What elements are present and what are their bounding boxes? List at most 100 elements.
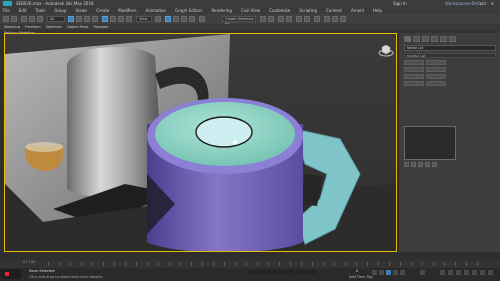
rectangular-selection-icon[interactable] <box>84 16 90 22</box>
display-tab-icon[interactable] <box>440 36 447 42</box>
window-controls[interactable]: — ☐ ✕ <box>469 0 497 7</box>
maximize-viewport-icon[interactable] <box>488 270 493 275</box>
utilities-tab-icon[interactable] <box>449 36 456 42</box>
zoom-all-icon[interactable] <box>448 270 453 275</box>
layer-explorer-icon[interactable] <box>286 16 292 22</box>
maxscript-listener[interactable] <box>1 269 21 279</box>
go-to-start-icon[interactable] <box>372 270 377 275</box>
x-coordinate-field[interactable] <box>250 270 270 274</box>
snaps-toggle-icon[interactable] <box>165 16 171 22</box>
tab-freeform[interactable]: Freeform <box>25 25 41 29</box>
tab-modeling[interactable]: Modeling <box>4 25 20 29</box>
menu-tools[interactable]: Tools <box>35 8 45 13</box>
menu-modifiers[interactable]: Modifiers <box>118 8 136 13</box>
z-coordinate-field[interactable] <box>296 270 316 274</box>
modifier-button[interactable] <box>404 60 424 65</box>
hierarchy-tab-icon[interactable] <box>422 36 429 42</box>
timeline[interactable]: 0 / 100 <box>0 260 500 268</box>
show-end-result-icon[interactable] <box>411 162 416 167</box>
motion-tab-icon[interactable] <box>431 36 438 42</box>
material-editor-icon[interactable] <box>314 16 320 22</box>
angle-snap-icon[interactable] <box>173 16 179 22</box>
bind-space-warp-icon[interactable] <box>37 16 43 22</box>
previous-frame-icon[interactable] <box>379 270 384 275</box>
menu-rendering[interactable]: Rendering <box>212 8 232 13</box>
menu-customize[interactable]: Customize <box>269 8 290 13</box>
curve-editor-icon[interactable] <box>296 16 302 22</box>
menu-help[interactable]: Help <box>373 8 382 13</box>
modifier-button[interactable] <box>426 81 446 86</box>
render-production-icon[interactable] <box>340 16 346 22</box>
menu-animation[interactable]: Animation <box>146 8 166 13</box>
add-time-tag-button[interactable]: Add Time Tag <box>349 275 373 280</box>
mirror-icon[interactable] <box>260 16 266 22</box>
zoom-icon[interactable] <box>440 270 445 275</box>
configure-modifier-sets-icon[interactable] <box>432 162 437 167</box>
current-frame-field[interactable]: 0 <box>356 269 358 274</box>
play-icon[interactable] <box>386 270 391 275</box>
pin-stack-icon[interactable] <box>404 162 409 167</box>
object-name-field[interactable]: Kettle Lid <box>404 45 496 51</box>
menu-group[interactable]: Group <box>54 8 66 13</box>
scene-explorer-icon[interactable] <box>278 16 284 22</box>
align-icon[interactable] <box>268 16 274 22</box>
tab-populate[interactable]: Populate <box>93 25 108 29</box>
window-crossing-icon[interactable] <box>92 16 98 22</box>
orbit-icon[interactable] <box>480 270 485 275</box>
select-and-place-icon[interactable] <box>126 16 132 22</box>
unlink-icon[interactable] <box>29 16 35 22</box>
select-and-scale-icon[interactable] <box>118 16 124 22</box>
modify-tab-icon[interactable] <box>413 36 420 42</box>
menu-create[interactable]: Create <box>96 8 109 13</box>
redo-icon[interactable] <box>11 16 17 22</box>
percent-snap-icon[interactable] <box>181 16 187 22</box>
select-by-name-icon[interactable] <box>76 16 82 22</box>
sign-in-button[interactable]: Sign In <box>393 0 407 7</box>
named-selection-sets-dropdown[interactable]: Create Selection Se <box>222 16 256 26</box>
named-selection-icon[interactable] <box>199 16 205 22</box>
pivot-center-icon[interactable] <box>155 16 161 22</box>
selection-filter-dropdown[interactable]: All <box>47 16 65 22</box>
perspective-viewport[interactable]: [+] [Perspective] [Standard] [Default Sh… <box>4 33 397 252</box>
menu-edit[interactable]: Edit <box>19 8 27 13</box>
menu-arnold[interactable]: Arnold <box>351 8 364 13</box>
select-object-icon[interactable] <box>68 16 74 22</box>
render-setup-icon[interactable] <box>324 16 330 22</box>
spinner-snap-icon[interactable] <box>189 16 195 22</box>
modifier-button[interactable] <box>426 60 446 65</box>
menu-views[interactable]: Views <box>76 8 88 13</box>
modifier-button[interactable] <box>404 67 424 72</box>
modifier-stack[interactable] <box>404 126 456 160</box>
tab-object-paint[interactable]: Object Paint <box>67 25 88 29</box>
go-to-end-icon[interactable] <box>400 270 405 275</box>
menu-file[interactable]: File <box>3 8 10 13</box>
y-coordinate-field[interactable] <box>273 270 293 274</box>
make-unique-icon[interactable] <box>418 162 423 167</box>
tab-selection[interactable]: Selection <box>46 25 62 29</box>
app-logo-icon[interactable] <box>3 1 12 6</box>
modifier-list-dropdown[interactable]: Modifier List <box>404 53 496 58</box>
menu-graph-editors[interactable]: Graph Editors <box>175 8 202 13</box>
menu-civil-view[interactable]: Civil View <box>241 8 260 13</box>
undo-icon[interactable] <box>3 16 9 22</box>
remove-modifier-icon[interactable] <box>425 162 430 167</box>
select-and-move-icon[interactable] <box>102 16 108 22</box>
pan-view-icon[interactable] <box>472 270 477 275</box>
modifier-button[interactable] <box>426 74 446 79</box>
viewcube-icon[interactable] <box>378 43 394 59</box>
create-tab-icon[interactable] <box>404 36 411 42</box>
time-configuration-icon[interactable] <box>420 270 425 275</box>
next-frame-icon[interactable] <box>393 270 398 275</box>
zoom-extents-icon[interactable] <box>456 270 461 275</box>
field-of-view-icon[interactable] <box>464 270 469 275</box>
modifier-button[interactable] <box>426 67 446 72</box>
rendered-frame-window-icon[interactable] <box>332 16 338 22</box>
menu-content[interactable]: Content <box>326 8 342 13</box>
link-icon[interactable] <box>21 16 27 22</box>
select-and-rotate-icon[interactable] <box>110 16 116 22</box>
modifier-button[interactable] <box>404 81 424 86</box>
reference-coordinate-dropdown[interactable]: View <box>136 16 152 22</box>
schematic-view-icon[interactable] <box>304 16 310 22</box>
modifier-button[interactable] <box>404 74 424 79</box>
menu-scripting[interactable]: Scripting <box>299 8 317 13</box>
